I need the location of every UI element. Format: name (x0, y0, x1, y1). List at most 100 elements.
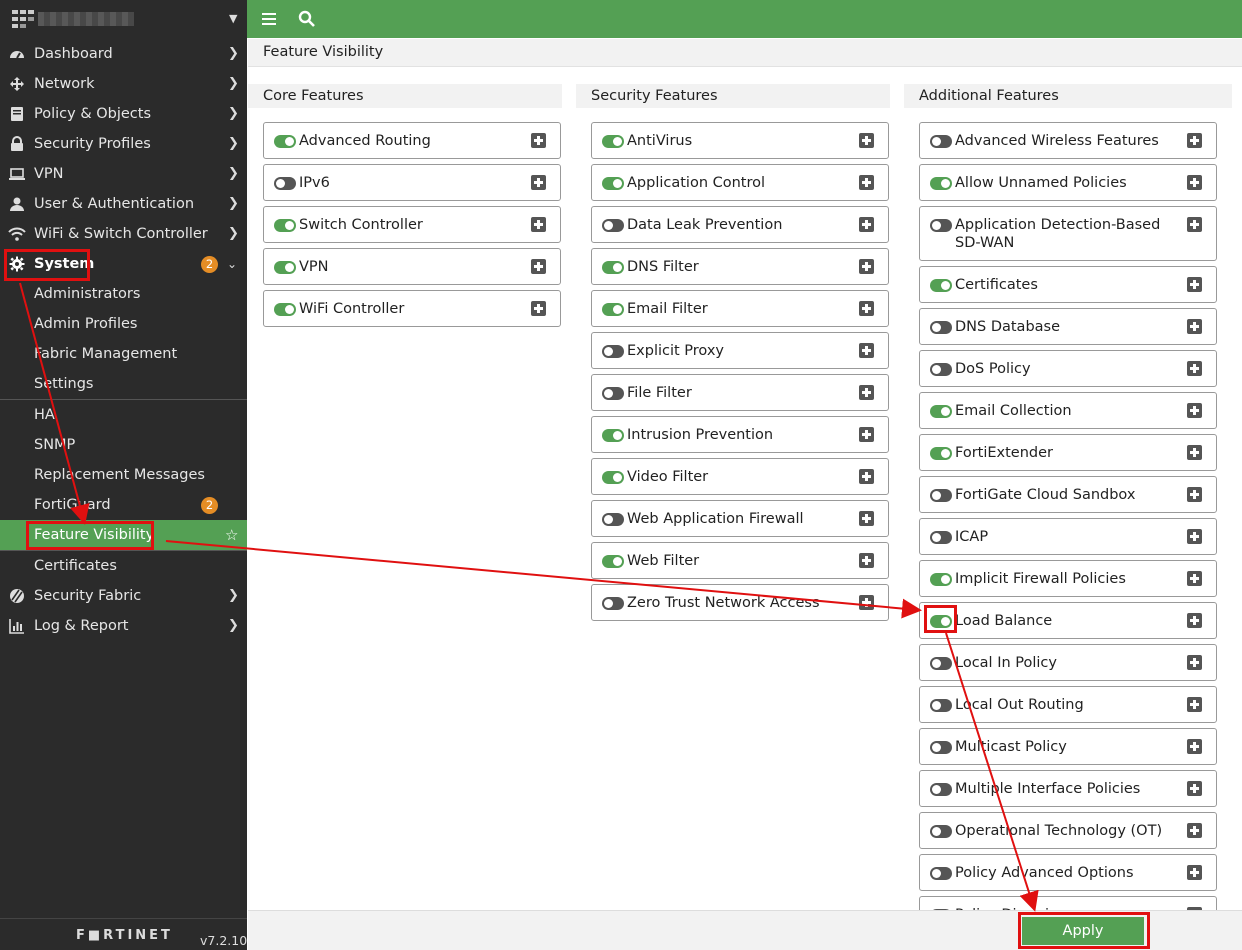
sidebar-subitem-administrators[interactable]: Administrators (0, 279, 247, 309)
expand-plus-icon[interactable] (859, 553, 874, 568)
sidebar-item-wifi-switch[interactable]: WiFi & Switch Controller ❯ (0, 219, 247, 249)
toggle-switch[interactable] (930, 447, 952, 460)
expand-plus-icon[interactable] (1187, 175, 1202, 190)
toggle-switch[interactable] (274, 261, 296, 274)
toggle-switch[interactable] (274, 219, 296, 232)
sidebar-item-dashboard[interactable]: Dashboard ❯ (0, 39, 247, 69)
toggle-switch[interactable] (930, 783, 952, 796)
expand-plus-icon[interactable] (859, 259, 874, 274)
expand-plus-icon[interactable] (1187, 529, 1202, 544)
expand-plus-icon[interactable] (531, 259, 546, 274)
expand-plus-icon[interactable] (1187, 571, 1202, 586)
sidebar-subitem-feature-visibility[interactable]: Feature Visibility ☆ (0, 520, 247, 550)
toggle-switch[interactable] (602, 471, 624, 484)
sidebar-item-vpn[interactable]: VPN ❯ (0, 159, 247, 189)
toggle-switch[interactable] (930, 573, 952, 586)
toggle-switch[interactable] (602, 177, 624, 190)
expand-plus-icon[interactable] (859, 469, 874, 484)
toggle-switch[interactable] (602, 513, 624, 526)
sidebar-subitem-fabric-management[interactable]: Fabric Management (0, 339, 247, 369)
toggle-switch[interactable] (930, 405, 952, 418)
expand-plus-icon[interactable] (1187, 319, 1202, 334)
sidebar-item-security-profiles[interactable]: Security Profiles ❯ (0, 129, 247, 159)
sidebar-item-system[interactable]: System 2 ⌄ (0, 249, 247, 279)
expand-plus-icon[interactable] (1187, 865, 1202, 880)
expand-plus-icon[interactable] (1187, 613, 1202, 628)
toggle-switch[interactable] (602, 597, 624, 610)
toggle-switch[interactable] (602, 429, 624, 442)
expand-plus-icon[interactable] (859, 133, 874, 148)
expand-plus-icon[interactable] (859, 427, 874, 442)
expand-plus-icon[interactable] (531, 133, 546, 148)
expand-plus-icon[interactable] (1187, 487, 1202, 502)
expand-plus-icon[interactable] (859, 343, 874, 358)
toggle-switch[interactable] (930, 741, 952, 754)
toggle-switch[interactable] (602, 219, 624, 232)
expand-plus-icon[interactable] (859, 175, 874, 190)
toggle-switch[interactable] (930, 657, 952, 670)
menu-icon[interactable] (260, 9, 280, 29)
sidebar-subitem-ha[interactable]: HA (0, 400, 247, 430)
expand-plus-icon[interactable] (1187, 739, 1202, 754)
expand-plus-icon[interactable] (1187, 277, 1202, 292)
toggle-switch[interactable] (930, 135, 952, 148)
expand-plus-icon[interactable] (859, 595, 874, 610)
toggle-switch[interactable] (930, 489, 952, 502)
toggle-switch[interactable] (930, 177, 952, 190)
expand-plus-icon[interactable] (1187, 781, 1202, 796)
toggle-switch[interactable] (930, 615, 952, 628)
expand-plus-icon[interactable] (859, 385, 874, 400)
sidebar-subitem-snmp[interactable]: SNMP (0, 430, 247, 460)
sidebar-subitem-replacement-messages[interactable]: Replacement Messages (0, 460, 247, 490)
toggle-switch[interactable] (930, 867, 952, 880)
toggle-switch[interactable] (602, 303, 624, 316)
expand-plus-icon[interactable] (1187, 697, 1202, 712)
expand-plus-icon[interactable] (1187, 133, 1202, 148)
host-selector[interactable]: ▼ (0, 0, 247, 38)
sidebar-subitem-admin-profiles[interactable]: Admin Profiles (0, 309, 247, 339)
search-icon[interactable] (297, 9, 317, 29)
expand-plus-icon[interactable] (859, 217, 874, 232)
feature-label: Zero Trust Network Access (627, 595, 820, 611)
sidebar-item-log-report[interactable]: Log & Report ❯ (0, 611, 247, 641)
toggle-switch[interactable] (930, 321, 952, 334)
sidebar-item-policy-objects[interactable]: Policy & Objects ❯ (0, 99, 247, 129)
expand-plus-icon[interactable] (859, 301, 874, 316)
toggle-switch[interactable] (930, 825, 952, 838)
fortinet-logo: F■RTINET (76, 928, 173, 943)
expand-plus-icon[interactable] (531, 217, 546, 232)
expand-plus-icon[interactable] (1187, 655, 1202, 670)
expand-plus-icon[interactable] (1187, 217, 1202, 232)
sidebar-subitem-certificates[interactable]: Certificates (0, 551, 247, 581)
toggle-switch[interactable] (930, 363, 952, 376)
expand-plus-icon[interactable] (859, 511, 874, 526)
expand-plus-icon[interactable] (1187, 403, 1202, 418)
star-icon[interactable]: ☆ (225, 520, 238, 550)
sidebar-item-user-authentication[interactable]: User & Authentication ❯ (0, 189, 247, 219)
expand-plus-icon[interactable] (1187, 445, 1202, 460)
sidebar-subitem-fortiguard[interactable]: FortiGuard 2 (0, 490, 247, 520)
toggle-switch[interactable] (602, 261, 624, 274)
apply-button[interactable]: Apply (1022, 917, 1144, 945)
expand-plus-icon[interactable] (1187, 823, 1202, 838)
sidebar-subitem-settings[interactable]: Settings (0, 369, 247, 399)
toggle-switch[interactable] (602, 135, 624, 148)
sidebar-item-network[interactable]: Network ❯ (0, 69, 247, 99)
toggle-switch[interactable] (930, 279, 952, 292)
toggle-switch[interactable] (930, 219, 952, 232)
sidebar-item-security-fabric[interactable]: Security Fabric ❯ (0, 581, 247, 611)
policy-icon (8, 106, 26, 122)
toggle-switch[interactable] (602, 387, 624, 400)
toggle-switch[interactable] (274, 177, 296, 190)
expand-plus-icon[interactable] (531, 175, 546, 190)
toggle-switch[interactable] (602, 555, 624, 568)
chevron-down-icon[interactable]: ▼ (229, 12, 237, 25)
chevron-right-icon: ❯ (228, 618, 239, 633)
toggle-switch[interactable] (930, 699, 952, 712)
toggle-switch[interactable] (274, 135, 296, 148)
expand-plus-icon[interactable] (1187, 361, 1202, 376)
toggle-switch[interactable] (930, 531, 952, 544)
toggle-switch[interactable] (274, 303, 296, 316)
expand-plus-icon[interactable] (531, 301, 546, 316)
toggle-switch[interactable] (602, 345, 624, 358)
